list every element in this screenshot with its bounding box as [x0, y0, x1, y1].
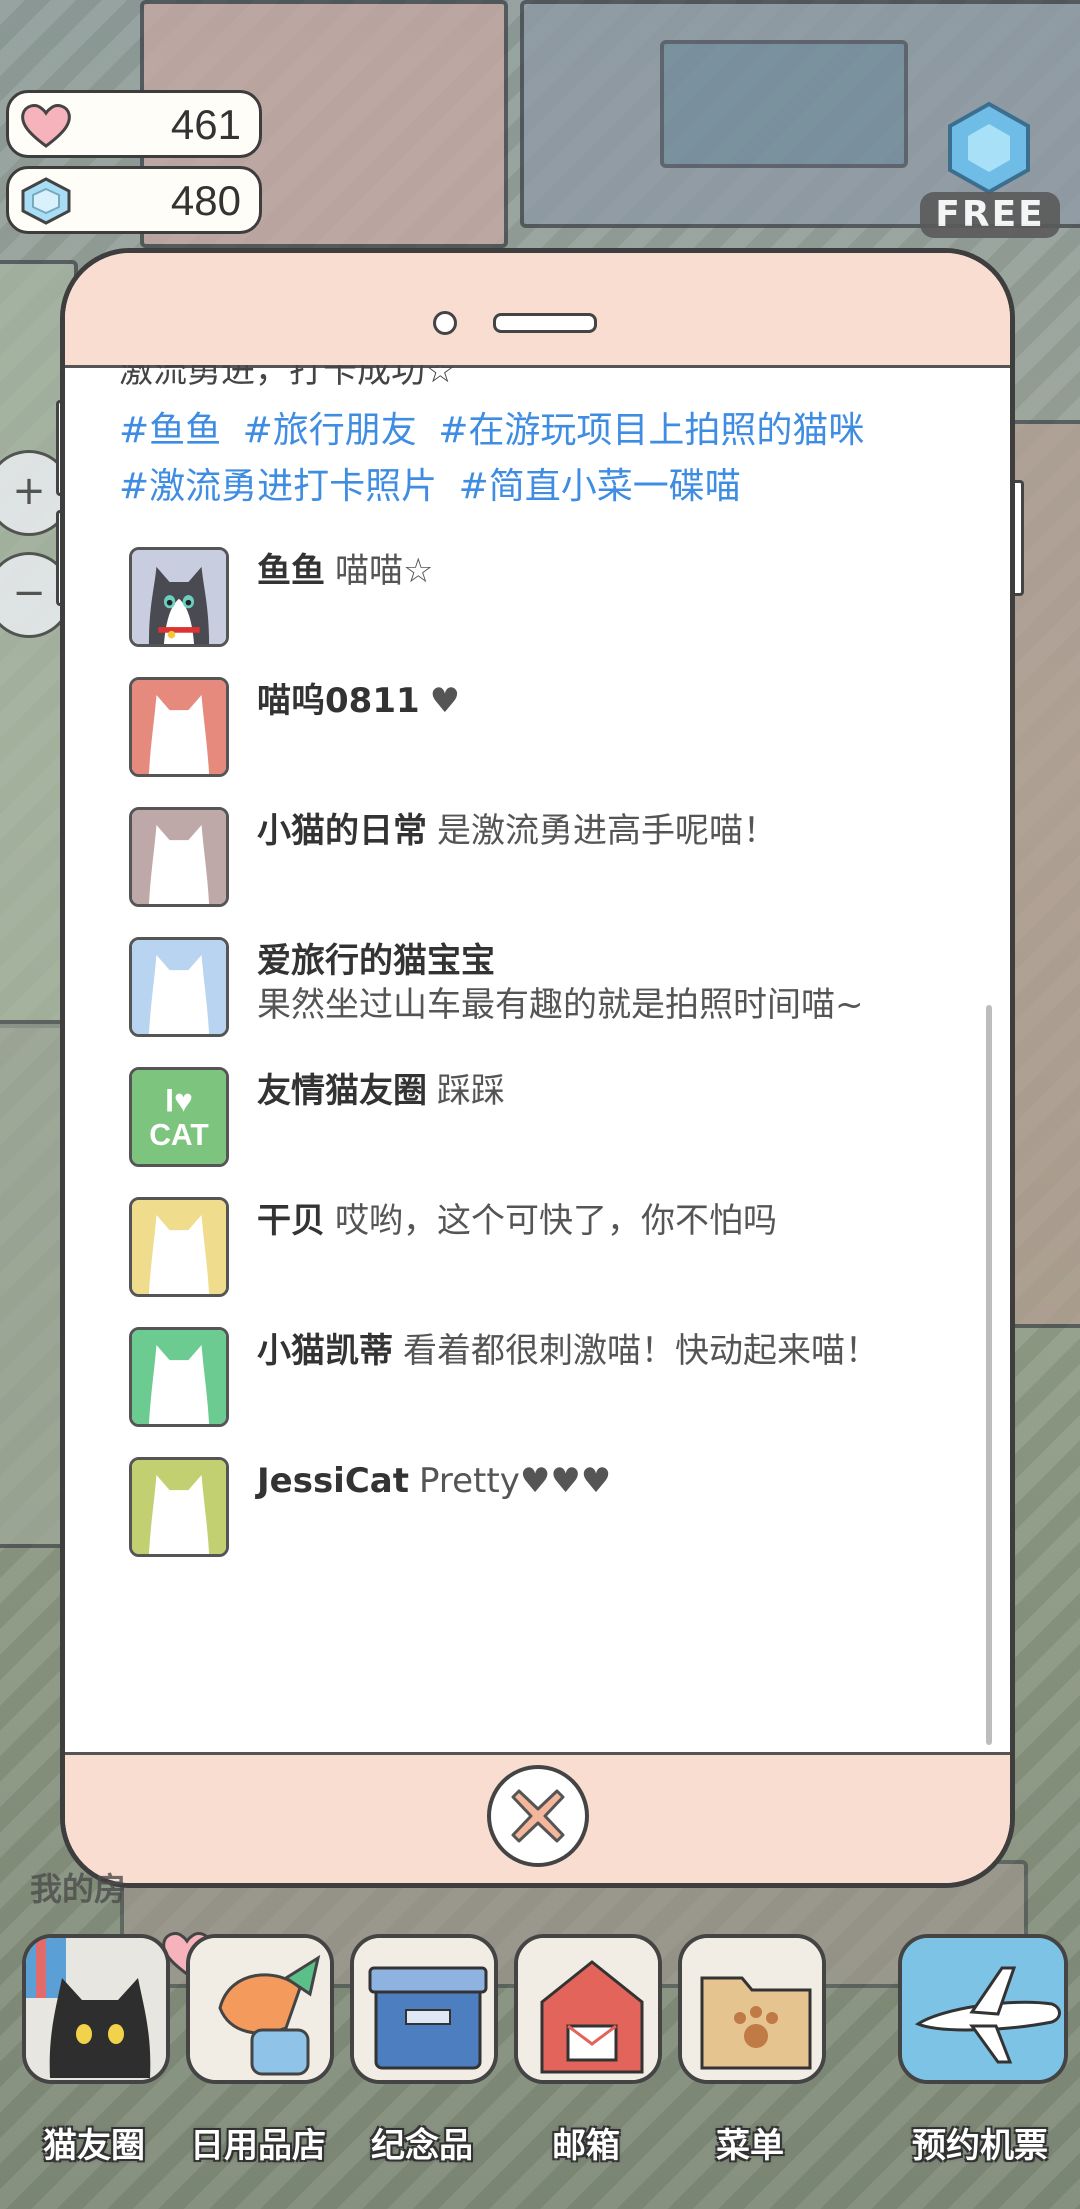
hashtag[interactable]: #鱼鱼	[119, 410, 221, 451]
comment-author[interactable]: JessiCat	[257, 1461, 409, 1501]
phone-footer	[65, 1752, 1010, 1883]
post-comments-modal: 激流勇进，打卡成功☆ #鱼鱼 #旅行朋友 #在游玩项目上拍照的猫咪 #激流勇进打…	[60, 248, 1015, 1888]
dock-flight-booking[interactable]: 预约机票	[890, 1930, 1070, 2200]
souvenir-box-icon	[350, 1934, 498, 2084]
post-tags: #鱼鱼 #旅行朋友 #在游玩项目上拍照的猫咪 #激流勇进打卡照片 #简直小菜一碟…	[119, 403, 959, 515]
dock-label: 纪念品	[371, 2126, 473, 2166]
dock-souvenir[interactable]: 纪念品	[342, 1930, 502, 2200]
airplane-ticket-icon	[898, 1934, 1068, 2084]
comment-author[interactable]: 小猫凯蒂	[257, 1331, 393, 1371]
gems-value: 480	[170, 177, 241, 224]
close-button[interactable]	[487, 1765, 589, 1867]
comment-item: 小猫凯蒂 看着都很刺激喵！快动起来喵！	[129, 1327, 980, 1457]
avatar[interactable]	[129, 1327, 229, 1427]
avatar[interactable]: I♥ CAT	[129, 1067, 229, 1167]
avatar[interactable]	[129, 547, 229, 647]
dock-menu[interactable]: 菜单	[670, 1930, 830, 2200]
hashtag[interactable]: #旅行朋友	[243, 410, 417, 451]
cat-silhouette-icon	[132, 1330, 226, 1424]
comment-item: 鱼鱼 喵喵☆	[129, 547, 980, 677]
comment-message: Pretty♥♥♥	[419, 1461, 612, 1501]
hashtag[interactable]: #激流勇进打卡照片	[119, 466, 437, 507]
close-icon	[511, 1789, 565, 1843]
comment-item: JessiCat Pretty♥♥♥	[129, 1457, 980, 1587]
camera-icon	[433, 311, 457, 335]
dock-label: 邮箱	[552, 2126, 620, 2166]
avatar-text-line2: CAT	[149, 1119, 209, 1152]
mailbox-icon	[514, 1934, 662, 2084]
comment-item: 干贝 哎哟，这个可快了，你不怕吗	[129, 1197, 980, 1327]
hearts-counter[interactable]: 461	[6, 90, 262, 158]
dock-shop[interactable]: 日用品店	[178, 1930, 338, 2200]
cat-friends-icon	[22, 1934, 170, 2084]
comment-author[interactable]: 喵呜0811	[257, 681, 420, 721]
speaker-icon	[493, 313, 597, 333]
cat-silhouette-icon	[132, 1460, 226, 1554]
comment-message: 看着都很刺激喵！快动起来喵！	[403, 1331, 879, 1371]
avatar[interactable]	[129, 1457, 229, 1557]
tuxedo-cat-icon	[132, 550, 226, 644]
dock-label: 猫友圈	[43, 2126, 145, 2166]
i-love-cat-icon: I♥ CAT	[132, 1070, 226, 1164]
my-room-label[interactable]: 我的房	[30, 1864, 126, 1910]
avatar[interactable]	[129, 677, 229, 777]
cat-silhouette-icon	[132, 810, 226, 904]
avatar[interactable]	[129, 937, 229, 1037]
comment-message: 是激流勇进高手呢喵！	[437, 811, 777, 851]
dock-label: 预约机票	[912, 2126, 1048, 2166]
avatar[interactable]	[129, 1197, 229, 1297]
window	[660, 40, 908, 168]
comment-item: I♥ CAT 友情猫友圈 踩踩	[129, 1067, 980, 1197]
gem-icon	[948, 101, 1030, 195]
comment-author[interactable]: 鱼鱼	[257, 551, 325, 591]
comment-message: 哎哟，这个可快了，你不怕吗	[335, 1201, 777, 1241]
comment-message: 踩踩	[437, 1071, 505, 1111]
comment-item: 喵呜0811 ♥	[129, 677, 980, 807]
comment-author[interactable]: 小猫的日常	[257, 811, 427, 851]
post-text: 激流勇进，打卡成功☆	[119, 365, 456, 391]
heart-icon	[21, 104, 71, 148]
hashtag[interactable]: #简直小菜一碟喵	[459, 466, 741, 507]
dock-cat-friends[interactable]: 猫友圈	[14, 1930, 174, 2200]
dock-label: 菜单	[716, 2126, 784, 2166]
phone-header	[65, 253, 1010, 368]
hearts-value: 461	[170, 101, 241, 148]
bottom-dock: 猫友圈 日用品店 纪念品 邮箱 菜单 预约机票	[0, 1930, 1080, 2209]
comment-author[interactable]: 友情猫友圈	[257, 1071, 427, 1111]
hashtag[interactable]: #在游玩项目上拍照的猫咪	[438, 410, 864, 451]
comment-message: ♥	[429, 681, 461, 721]
comment-message: 果然坐过山车最有趣的就是拍照时间喵~	[257, 985, 864, 1025]
shop-icon	[186, 1934, 334, 2084]
dock-mailbox[interactable]: 邮箱	[506, 1930, 666, 2200]
free-gems-button[interactable]: FREE	[920, 100, 1060, 240]
avatar[interactable]	[129, 807, 229, 907]
cat-silhouette-icon	[132, 1200, 226, 1294]
cat-silhouette-icon	[132, 680, 226, 774]
dock-label: 日用品店	[190, 2126, 326, 2166]
comments-scroll-area[interactable]: 激流勇进，打卡成功☆ #鱼鱼 #旅行朋友 #在游玩项目上拍照的猫咪 #激流勇进打…	[65, 365, 1010, 1755]
cat-silhouette-icon	[132, 940, 226, 1034]
comment-item: 爱旅行的猫宝宝 果然坐过山车最有趣的就是拍照时间喵~	[129, 937, 980, 1067]
comment-author[interactable]: 爱旅行的猫宝宝	[257, 941, 495, 981]
gem-icon	[21, 177, 71, 225]
free-label: FREE	[920, 192, 1060, 238]
gems-counter[interactable]: 480	[6, 166, 262, 234]
comment-message: 喵喵☆	[335, 551, 434, 591]
avatar-text-line1: I♥	[165, 1082, 193, 1118]
comment-author[interactable]: 干贝	[257, 1201, 325, 1241]
comment-list: 鱼鱼 喵喵☆ 喵呜0811 ♥ 小猫的日常 是激流勇进高手呢喵！ 爱旅行的猫宝宝…	[129, 547, 980, 1587]
comment-item: 小猫的日常 是激流勇进高手呢喵！	[129, 807, 980, 937]
menu-folder-icon	[678, 1934, 826, 2084]
scrollbar[interactable]	[986, 1005, 992, 1745]
